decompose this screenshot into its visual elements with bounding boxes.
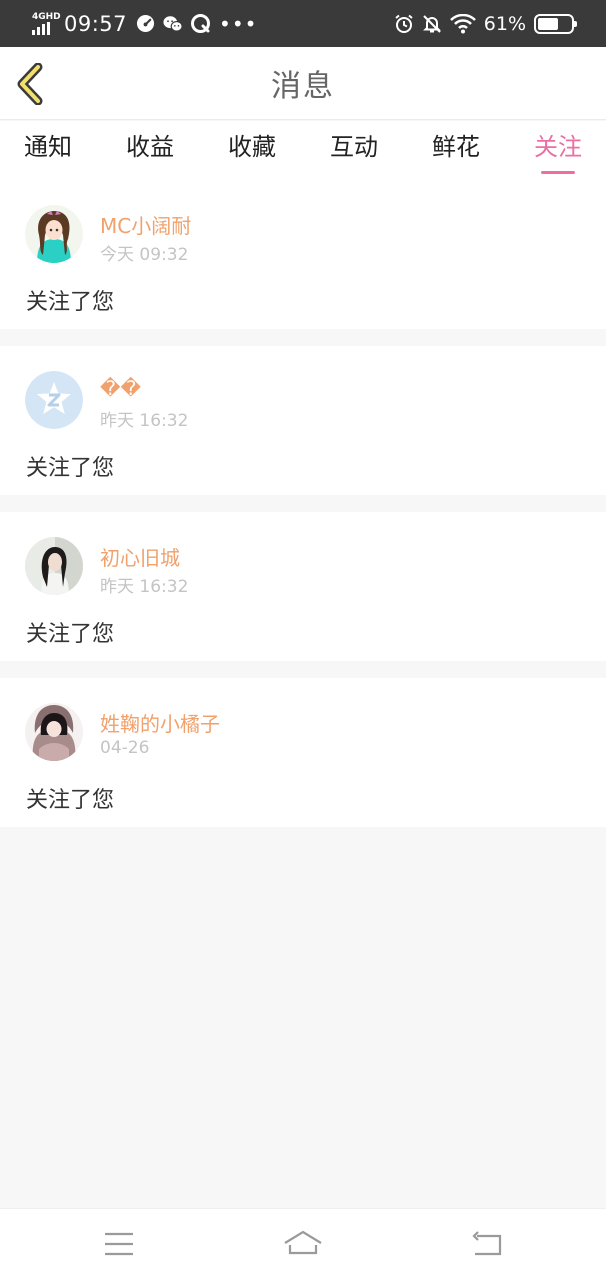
tab-flowers[interactable]: 鲜花 — [432, 121, 480, 180]
status-right: 61% — [394, 12, 577, 35]
avatar[interactable] — [25, 371, 83, 429]
menu-button[interactable] — [97, 1227, 141, 1261]
battery-icon — [534, 13, 577, 34]
more-dots-icon: ••• — [219, 11, 258, 36]
speedometer-icon — [135, 14, 155, 34]
qq-icon — [191, 13, 211, 34]
username[interactable]: 初心旧城 — [100, 542, 180, 571]
network-indicator: 4GHD — [30, 12, 61, 35]
return-icon — [472, 1231, 502, 1256]
tab-label: 收藏 — [228, 133, 276, 161]
list-item[interactable]: �� 昨天 16:32 关注了您 — [0, 346, 606, 495]
message-text: 关注了您 — [26, 622, 115, 647]
active-tab-indicator — [541, 171, 575, 174]
avatar[interactable] — [25, 703, 83, 761]
network-label: 4GHD — [32, 11, 61, 22]
home-icon — [284, 1230, 322, 1255]
menu-icon — [105, 1232, 133, 1256]
tab-label: 鲜花 — [432, 133, 480, 161]
chevron-left-icon — [17, 62, 43, 106]
return-button[interactable] — [466, 1227, 510, 1261]
alarm-icon — [394, 14, 414, 34]
message-time: 04-26 — [100, 738, 150, 758]
avatar[interactable] — [25, 205, 83, 263]
message-time: 今天 09:32 — [100, 245, 189, 265]
list-item[interactable]: 姓鞠的小橘子 04-26 关注了您 — [0, 678, 606, 827]
list-item[interactable]: 初心旧城 昨天 16:32 关注了您 — [0, 512, 606, 661]
tab-follows[interactable]: 关注 — [534, 121, 582, 180]
message-text: 关注了您 — [26, 290, 115, 315]
status-left: 4GHD 09:57 ••• — [30, 12, 257, 36]
signal-icon — [32, 21, 50, 35]
system-nav-bar — [0, 1208, 606, 1280]
tab-label: 互动 — [330, 133, 378, 161]
tab-favorites[interactable]: 收藏 — [228, 121, 276, 180]
tab-notifications[interactable]: 通知 — [24, 121, 72, 180]
message-time: 昨天 16:32 — [100, 411, 189, 431]
page-title: 消息 — [271, 69, 335, 104]
status-bar: 4GHD 09:57 ••• 61% — [0, 0, 606, 47]
message-text: 关注了您 — [26, 456, 115, 481]
home-button[interactable] — [281, 1227, 325, 1261]
back-button[interactable] — [14, 62, 50, 106]
battery-fill — [538, 17, 558, 30]
tab-interactions[interactable]: 互动 — [330, 121, 378, 180]
wifi-icon — [449, 13, 476, 34]
username[interactable]: �� — [100, 376, 141, 400]
username[interactable]: 姓鞠的小橘子 — [100, 708, 220, 737]
status-time: 09:57 — [64, 11, 128, 36]
mute-bell-icon — [422, 14, 442, 34]
avatar[interactable] — [25, 537, 83, 595]
wechat-icon — [163, 14, 183, 34]
message-text: 关注了您 — [26, 788, 115, 813]
username[interactable]: MC小阔耐 — [100, 210, 191, 239]
header: 消息 — [0, 47, 606, 120]
tab-label: 关注 — [534, 133, 582, 161]
list-item[interactable]: MC小阔耐 今天 09:32 关注了您 — [0, 180, 606, 329]
battery-percent: 61% — [483, 12, 526, 35]
tab-label: 通知 — [24, 133, 72, 161]
message-list: MC小阔耐 今天 09:32 关注了您 �� 昨天 16:32 关注了您 初心旧… — [0, 180, 606, 844]
tab-bar: 通知 收益 收藏 互动 鲜花 关注 — [0, 121, 606, 180]
tab-earnings[interactable]: 收益 — [126, 121, 174, 180]
message-time: 昨天 16:32 — [100, 577, 189, 597]
tab-label: 收益 — [126, 133, 174, 161]
